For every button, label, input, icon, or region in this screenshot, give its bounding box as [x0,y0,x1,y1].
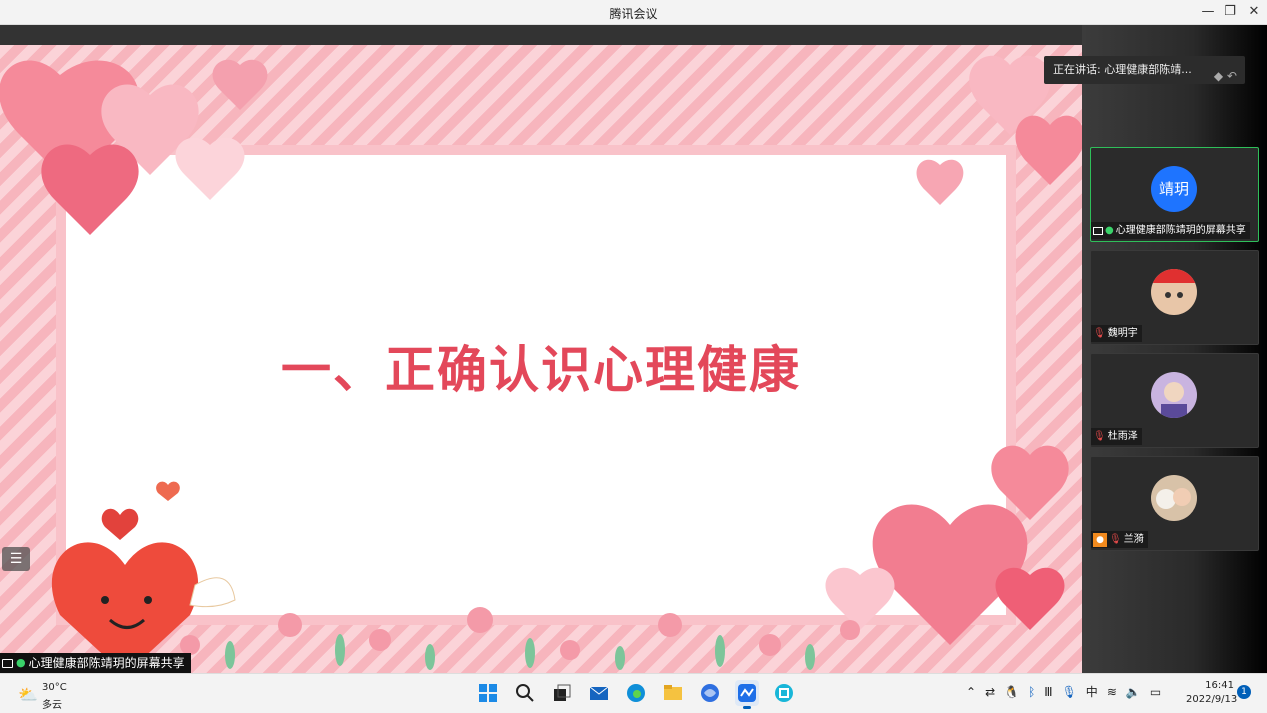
clock-date: 2022/9/13 [1186,694,1238,705]
avatar: 靖玥 [1151,166,1197,212]
mic-muted-icon: 🎙 [1093,328,1106,339]
shared-screen: 一、正确认识心理健康 ☰ ● 心理健康部陈靖玥的屏幕共享 [0,25,1082,678]
participant-label: ● 心理健康部陈靖玥的屏幕共享 [1091,222,1250,239]
screen-share-icon [2,658,13,668]
microphone-icon[interactable]: 🎙 [1062,685,1077,699]
taskbar-apps [476,680,796,709]
participant-name: 心理健康部陈靖玥的屏幕共享 [1115,225,1246,236]
participant-label: ● 🎙 兰漪 [1091,531,1148,548]
stage-top-band [0,25,1082,45]
restore-icon[interactable]: ❐ [1220,3,1240,21]
mail-icon[interactable] [587,680,611,706]
slide-title: 一、正确认识心理健康 [281,341,801,399]
member-list-toggle-icon[interactable]: ☰ [2,547,30,571]
sync-icon[interactable]: ⇄ [985,685,995,699]
weather-temp: 30°C [42,682,67,693]
participant-name: 杜雨泽 [1107,431,1138,442]
clock[interactable]: 16:41 2022/9/13 [1186,679,1238,707]
search-icon[interactable] [513,680,537,706]
bluetooth-icon[interactable]: ᛒ [1028,685,1035,699]
tencent-meeting-icon[interactable] [735,680,759,709]
chevron-up-icon[interactable]: ⌃ [966,685,976,699]
share-label-text: 心理健康部陈靖玥的屏幕共享 [28,656,185,670]
speaking-indicator[interactable]: 正在讲话: 心理健康部陈靖... ◆ ↶ [1044,56,1245,84]
participant-tile[interactable]: 靖玥 ● 心理健康部陈靖玥的屏幕共享 [1090,147,1259,242]
flowers-decoration [180,607,860,670]
taskbar: ⛅ 30°C 多云 ⌃ ⇄ � [0,673,1267,713]
participant-tile[interactable]: ● 🎙 兰漪 [1090,456,1259,551]
minimize-icon[interactable]: — [1198,3,1218,21]
mic-on-icon: ● [16,656,26,669]
avatar [1151,475,1197,521]
notification-badge[interactable]: 1 [1237,685,1251,699]
ime-indicator[interactable]: 中 [1086,683,1098,700]
participant-name: 兰漪 [1123,534,1144,545]
weather-widget[interactable]: ⛅ 30°C 多云 [18,681,98,711]
hearts-decoration-top-left [0,59,268,235]
browser-icon[interactable] [698,680,722,706]
participant-tile[interactable]: 🎙 杜雨泽 [1090,353,1259,448]
collapse-arrow-icon[interactable]: ◆ ↶ [1214,62,1237,90]
notes-icon[interactable] [772,680,796,706]
participant-panel [1082,25,1267,673]
speaking-text: 正在讲话: 心理健康部陈靖... [1053,63,1192,76]
participant-tile[interactable]: 🎙 魏明宇 [1090,250,1259,345]
file-explorer-icon[interactable] [661,680,685,706]
cloud-sun-icon: ⛅ [18,685,38,704]
screen-share-icon [1093,226,1103,235]
audio-app-icon[interactable]: Ⅲ [1044,685,1052,699]
close-icon[interactable]: ✕ [1244,3,1264,21]
weather-condition: 多云 [42,700,62,711]
host-icon: ● [1093,532,1107,547]
qq-icon[interactable]: 🐧 [1004,685,1019,699]
task-view-icon[interactable] [550,680,574,706]
screen-share-label: ● 心理健康部陈靖玥的屏幕共享 [0,653,191,673]
start-icon[interactable] [476,680,500,706]
participant-name: 魏明宇 [1107,328,1138,339]
avatar [1151,372,1197,418]
title-bar: 腾讯会议 — ❐ ✕ [0,0,1267,25]
mic-muted-icon: 🎙 [1109,534,1122,545]
presentation-slide: 一、正确认识心理健康 [0,45,1082,678]
wifi-icon[interactable]: ≋ [1107,685,1117,699]
participant-label: 🎙 杜雨泽 [1091,428,1142,445]
system-tray: ⌃ ⇄ 🐧 ᛒ Ⅲ 🎙 中 ≋ 🔈 ▭ [966,683,1161,700]
mic-muted-icon: 🎙 [1093,431,1106,442]
window-title: 腾讯会议 [609,7,658,21]
volume-icon[interactable]: 🔈 [1126,685,1141,699]
edge-icon[interactable] [624,680,648,706]
clock-time: 16:41 [1205,680,1234,691]
participant-label: 🎙 魏明宇 [1091,325,1142,342]
mic-on-icon: ● [1105,225,1114,236]
battery-icon[interactable]: ▭ [1150,685,1161,699]
avatar [1151,269,1197,315]
